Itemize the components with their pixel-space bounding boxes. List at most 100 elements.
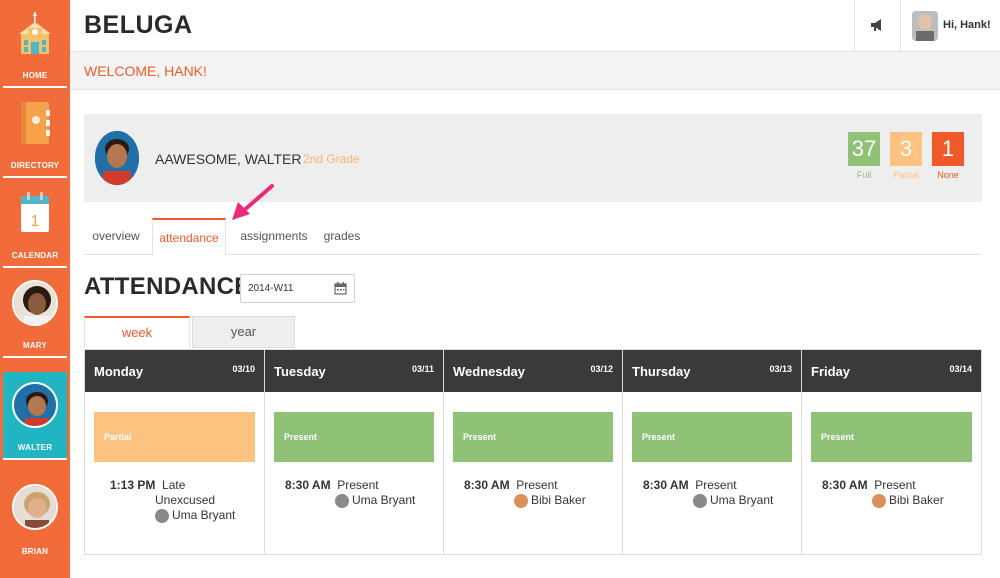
teacher-avatar: [693, 493, 707, 508]
tab-grades[interactable]: grades: [318, 218, 366, 255]
attendance-record: 8:30 AM Present Uma Bryant: [643, 478, 773, 512]
day-column: Thursday 03/13 Present 8:30 AM Present U…: [623, 350, 802, 554]
welcome-bar: WELCOME, HANK!: [70, 52, 1000, 90]
record-time: 8:30 AM: [822, 478, 868, 492]
avatar[interactable]: [912, 11, 938, 41]
day-header: Monday 03/10: [85, 350, 264, 392]
record-note: Present: [516, 478, 558, 492]
week-input[interactable]: [241, 275, 326, 302]
avatar: [12, 280, 58, 326]
status-bar-present: Present: [811, 412, 972, 462]
stat-value: 3: [890, 132, 922, 166]
stat-value: 37: [848, 132, 880, 166]
tab-attendance[interactable]: attendance: [152, 218, 226, 256]
avatar: [12, 382, 58, 428]
status-bar-present: Present: [453, 412, 613, 462]
sidebar-item-label: WALTER: [17, 443, 53, 452]
sidebar-item-directory[interactable]: DIRECTORY: [3, 90, 67, 178]
day-header: Wednesday 03/12: [444, 350, 622, 392]
day-name: Tuesday: [274, 364, 326, 379]
stat-label: Partial: [893, 170, 919, 180]
sidebar: HOME DIRECTORY 1 CALENDAR MARY WALTER BR…: [0, 0, 70, 578]
header-divider: [900, 0, 901, 52]
view-tab-week[interactable]: week: [84, 316, 190, 348]
status-text: Present: [284, 432, 318, 442]
teacher-avatar: [335, 493, 349, 508]
attendance-record: 1:13 PM Late Unexcused Uma Bryant: [110, 478, 235, 527]
stat-none: 1 None: [932, 132, 964, 180]
day-column: Friday 03/14 Present 8:30 AM Present Bib…: [802, 350, 981, 554]
attendance-title: ATTENDANCE: [84, 273, 251, 300]
teacher-name: Uma Bryant: [352, 493, 416, 507]
sidebar-item-mary[interactable]: MARY: [3, 270, 67, 358]
teacher-name: Bibi Baker: [531, 493, 586, 507]
day-date: 03/14: [949, 364, 972, 374]
status-text: Present: [642, 432, 676, 442]
user-greeting[interactable]: Hi, Hank!: [943, 19, 991, 31]
avatar: [12, 484, 58, 530]
welcome-message: WELCOME, HANK!: [84, 63, 207, 79]
teacher-name: Uma Bryant: [710, 493, 774, 507]
day-header: Thursday 03/13: [623, 350, 801, 392]
teacher-name: Bibi Baker: [889, 493, 944, 507]
attendance-record: 8:30 AM Present Bibi Baker: [822, 478, 944, 512]
record-note: Present: [695, 478, 737, 492]
attendance-record: 8:30 AM Present Uma Bryant: [285, 478, 415, 512]
stat-label: None: [937, 170, 959, 180]
stat-label: Full: [856, 170, 872, 180]
attendance-record: 8:30 AM Present Bibi Baker: [464, 478, 586, 512]
teacher-name: Uma Bryant: [172, 508, 236, 522]
sidebar-item-calendar[interactable]: 1 CALENDAR: [3, 180, 67, 268]
record-time: 8:30 AM: [643, 478, 689, 492]
sidebar-item-brian[interactable]: BRIAN: [3, 474, 67, 562]
day-date: 03/12: [590, 364, 613, 374]
status-text: Present: [821, 432, 855, 442]
pointer-arrow-icon: [228, 182, 276, 227]
student-avatar: [95, 131, 139, 185]
day-header: Friday 03/14: [802, 350, 981, 392]
day-column: Wednesday 03/12 Present 8:30 AM Present …: [444, 350, 623, 554]
status-bar-present: Present: [274, 412, 434, 462]
record-time: 8:30 AM: [464, 478, 510, 492]
sidebar-item-home[interactable]: HOME: [3, 0, 67, 88]
status-text: Partial: [104, 432, 132, 442]
day-name: Monday: [94, 364, 144, 379]
sidebar-item-label: MARY: [22, 341, 48, 350]
teacher-avatar: [155, 508, 169, 523]
student-tabs: overview attendance assignments grades: [84, 218, 982, 256]
student-name: AAWESOME, WALTER: [155, 151, 302, 167]
status-bar-partial: Partial: [94, 412, 255, 462]
sidebar-item-walter[interactable]: WALTER: [3, 372, 67, 460]
sidebar-item-label: DIRECTORY: [10, 161, 60, 170]
status-bar-present: Present: [632, 412, 792, 462]
megaphone-icon[interactable]: [869, 17, 885, 38]
record-note: Present: [874, 478, 916, 492]
stat-partial: 3 Partial: [890, 132, 922, 180]
teacher-avatar: [872, 493, 886, 508]
header-divider: [854, 0, 855, 52]
sidebar-item-label: CALENDAR: [11, 251, 59, 260]
tab-overview[interactable]: overview: [84, 218, 148, 255]
sidebar-item-label: BRIAN: [21, 547, 49, 556]
day-date: 03/13: [769, 364, 792, 374]
attendance-week-grid: Monday 03/10 Partial 1:13 PM Late Unexcu…: [84, 349, 982, 555]
day-date: 03/11: [411, 364, 434, 374]
week-picker[interactable]: [240, 274, 355, 303]
student-card: AAWESOME, WALTER 2nd Grade 37 Full 3 Par…: [84, 114, 982, 202]
day-column: Monday 03/10 Partial 1:13 PM Late Unexcu…: [85, 350, 265, 554]
stat-value: 1: [932, 132, 964, 166]
calendar-icon[interactable]: [334, 282, 347, 300]
record-note: Unexcused: [155, 493, 216, 507]
view-tab-year[interactable]: year: [192, 316, 295, 348]
svg-text:1: 1: [31, 213, 40, 230]
day-name: Thursday: [632, 364, 691, 379]
record-note: Late: [162, 478, 186, 492]
day-column: Tuesday 03/11 Present 8:30 AM Present Um…: [265, 350, 444, 554]
app-title: BELUGA: [84, 11, 193, 39]
record-note: Present: [337, 478, 379, 492]
student-grade: 2nd Grade: [303, 152, 360, 166]
day-date: 03/10: [232, 364, 255, 374]
sidebar-item-label: HOME: [22, 71, 48, 80]
stat-full: 37 Full: [848, 132, 880, 180]
calendar-icon: 1: [18, 190, 52, 245]
